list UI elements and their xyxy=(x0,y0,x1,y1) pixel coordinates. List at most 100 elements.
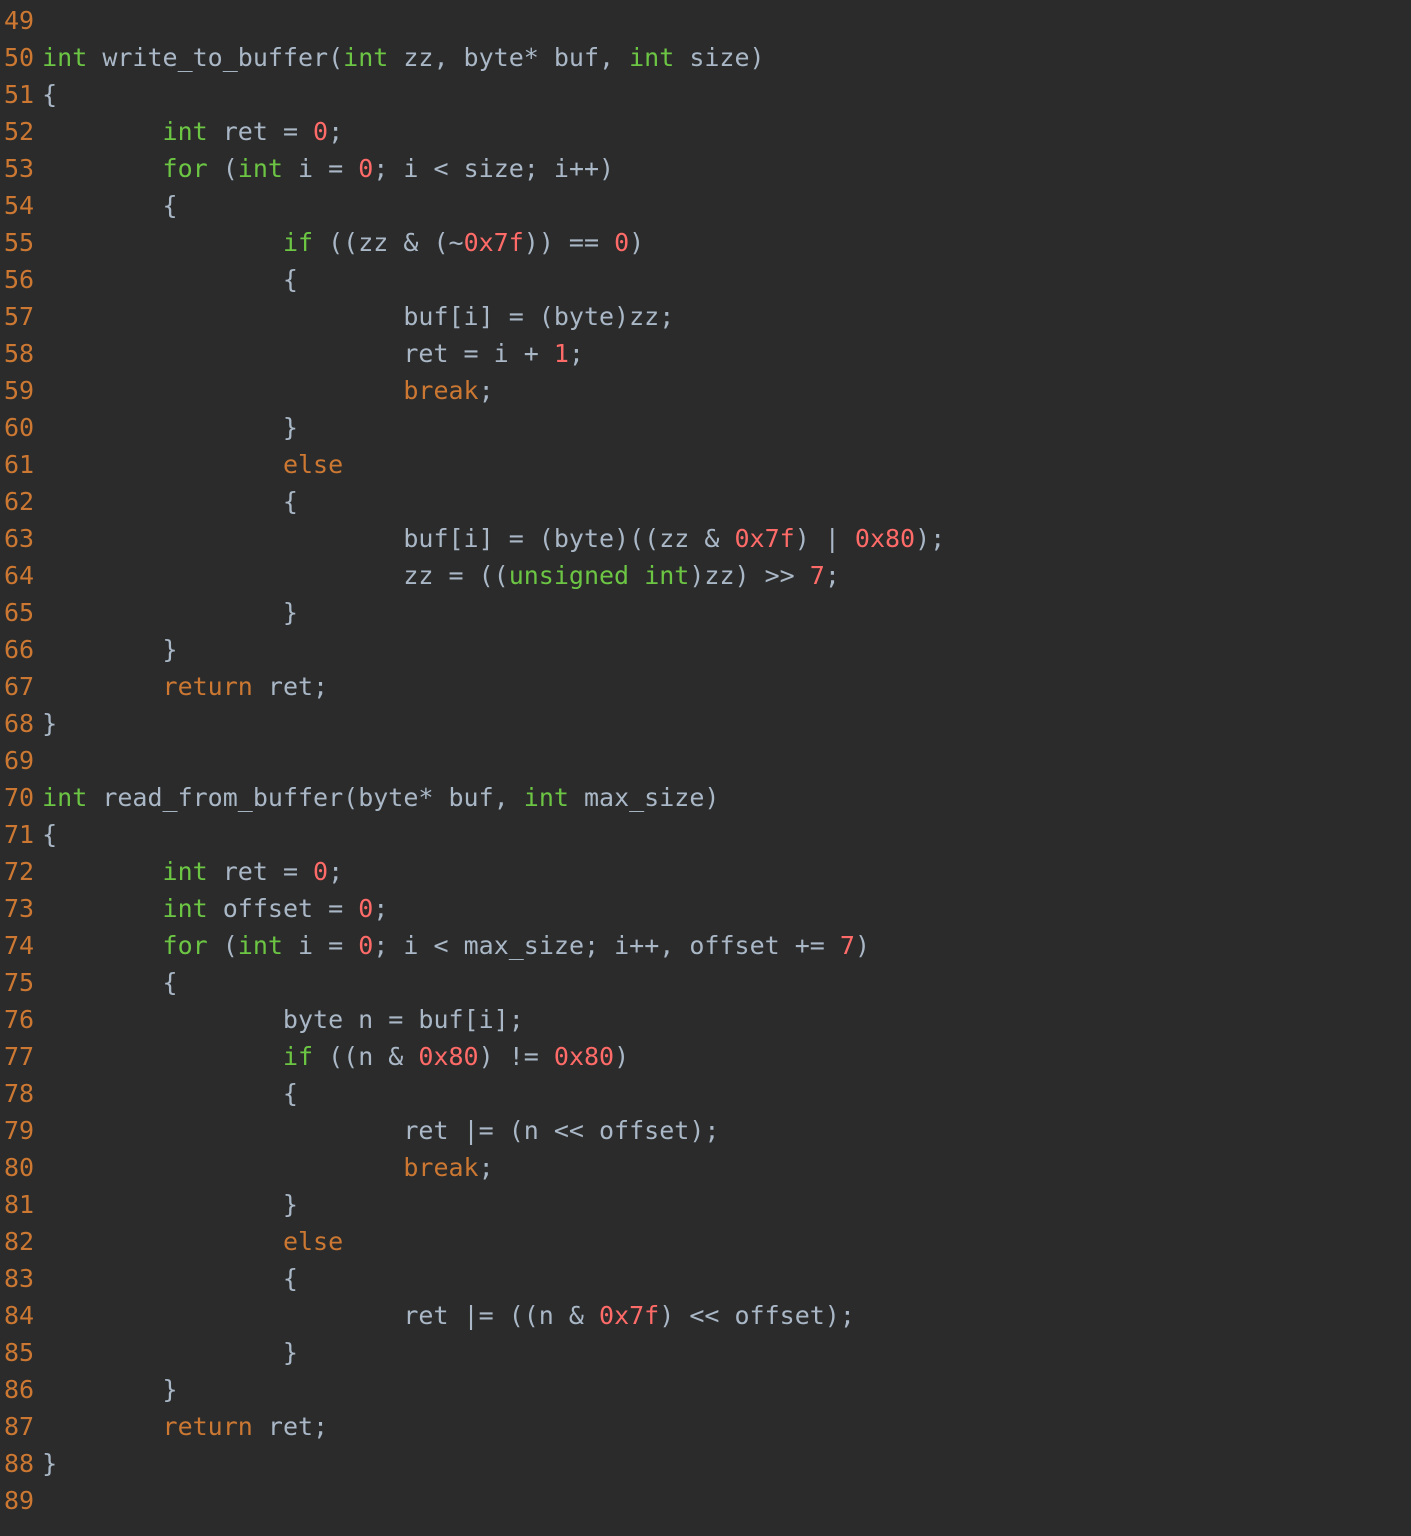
code-token xyxy=(42,1153,403,1182)
code-line[interactable]: int ret = 0; xyxy=(42,853,1411,890)
code-token xyxy=(42,931,162,960)
code-token: } xyxy=(42,1375,177,1404)
code-line[interactable]: for (int i = 0; i < size; i++) xyxy=(42,150,1411,187)
code-token: buf[i] = (byte)((zz & xyxy=(42,524,734,553)
code-line[interactable]: return ret; xyxy=(42,668,1411,705)
code-line[interactable]: int read_from_buffer(byte* buf, int max_… xyxy=(42,779,1411,816)
line-number: 72 xyxy=(4,853,34,890)
code-token: ) xyxy=(855,931,870,960)
code-token: buf[i] = (byte)zz; xyxy=(42,302,674,331)
code-line[interactable]: break; xyxy=(42,1149,1411,1186)
code-token: { xyxy=(42,191,177,220)
code-line[interactable]: } xyxy=(42,1371,1411,1408)
code-token: 0 xyxy=(313,857,328,886)
code-token: 0 xyxy=(358,894,373,923)
code-token: ) << offset); xyxy=(659,1301,855,1330)
code-line[interactable]: { xyxy=(42,261,1411,298)
code-token: ; xyxy=(373,894,388,923)
line-number: 82 xyxy=(4,1223,34,1260)
code-line[interactable]: } xyxy=(42,594,1411,631)
code-token: ; xyxy=(328,857,343,886)
line-number: 52 xyxy=(4,113,34,150)
code-token: } xyxy=(42,635,177,664)
code-token: write_to_buffer( xyxy=(87,43,343,72)
code-token: max_size) xyxy=(569,783,720,812)
code-token: int xyxy=(238,154,283,183)
code-token: int xyxy=(524,783,569,812)
code-line[interactable]: { xyxy=(42,1075,1411,1112)
code-token xyxy=(42,154,162,183)
code-token: for xyxy=(163,154,208,183)
code-token: int xyxy=(163,857,208,886)
code-token: break xyxy=(403,1153,478,1182)
code-token: 0 xyxy=(313,117,328,146)
code-token: )zz) >> xyxy=(689,561,809,590)
line-number: 83 xyxy=(4,1260,34,1297)
code-token: ; xyxy=(569,339,584,368)
line-number: 65 xyxy=(4,594,34,631)
code-line[interactable]: ret |= ((n & 0x7f) << offset); xyxy=(42,1297,1411,1334)
code-line[interactable]: { xyxy=(42,76,1411,113)
line-number: 70 xyxy=(4,779,34,816)
code-editor[interactable]: 4950515253545556575859606162636465666768… xyxy=(0,0,1411,1536)
line-number: 77 xyxy=(4,1038,34,1075)
code-line[interactable]: else xyxy=(42,446,1411,483)
code-line[interactable] xyxy=(42,2,1411,39)
line-number: 50 xyxy=(4,39,34,76)
code-line[interactable]: } xyxy=(42,1334,1411,1371)
code-token: ); xyxy=(915,524,945,553)
code-token: i = xyxy=(283,931,358,960)
line-number: 58 xyxy=(4,335,34,372)
code-line[interactable]: } xyxy=(42,409,1411,446)
code-line[interactable]: } xyxy=(42,705,1411,742)
code-line[interactable]: } xyxy=(42,1445,1411,1482)
code-token: 7 xyxy=(840,931,855,960)
code-line[interactable]: { xyxy=(42,964,1411,1001)
code-line[interactable]: if ((zz & (~0x7f)) == 0) xyxy=(42,224,1411,261)
code-line[interactable]: buf[i] = (byte)((zz & 0x7f) | 0x80); xyxy=(42,520,1411,557)
code-token: int xyxy=(163,894,208,923)
code-line[interactable]: buf[i] = (byte)zz; xyxy=(42,298,1411,335)
code-line[interactable]: int ret = 0; xyxy=(42,113,1411,150)
code-token: } xyxy=(42,598,298,627)
code-token: read_from_buffer(byte* buf, xyxy=(87,783,524,812)
code-token: 0x7f xyxy=(734,524,794,553)
code-token: break xyxy=(403,376,478,405)
line-number: 75 xyxy=(4,964,34,1001)
code-token: ((zz & (~ xyxy=(313,228,464,257)
code-line[interactable] xyxy=(42,742,1411,779)
code-line[interactable]: ret = i + 1; xyxy=(42,335,1411,372)
code-token xyxy=(629,561,644,590)
code-line[interactable]: int write_to_buffer(int zz, byte* buf, i… xyxy=(42,39,1411,76)
line-number: 71 xyxy=(4,816,34,853)
code-token: 0 xyxy=(614,228,629,257)
code-line[interactable]: byte n = buf[i]; xyxy=(42,1001,1411,1038)
code-token: int xyxy=(629,43,674,72)
code-line[interactable]: { xyxy=(42,187,1411,224)
code-line[interactable]: return ret; xyxy=(42,1408,1411,1445)
code-line[interactable]: if ((n & 0x80) != 0x80) xyxy=(42,1038,1411,1075)
code-token xyxy=(42,894,162,923)
code-line[interactable]: int offset = 0; xyxy=(42,890,1411,927)
code-line[interactable]: for (int i = 0; i < max_size; i++, offse… xyxy=(42,927,1411,964)
code-token: else xyxy=(283,1227,343,1256)
code-line[interactable]: else xyxy=(42,1223,1411,1260)
code-line[interactable]: { xyxy=(42,1260,1411,1297)
code-line[interactable]: break; xyxy=(42,372,1411,409)
code-token: if xyxy=(283,228,313,257)
code-area[interactable]: int write_to_buffer(int zz, byte* buf, i… xyxy=(42,2,1411,1532)
code-token: int xyxy=(343,43,388,72)
code-line[interactable]: { xyxy=(42,816,1411,853)
code-line[interactable]: { xyxy=(42,483,1411,520)
line-number: 66 xyxy=(4,631,34,668)
code-token: 0 xyxy=(358,931,373,960)
code-token: ) xyxy=(629,228,644,257)
code-token: ; xyxy=(479,1153,494,1182)
line-number-gutter: 4950515253545556575859606162636465666768… xyxy=(0,2,42,1532)
code-line[interactable]: zz = ((unsigned int)zz) >> 7; xyxy=(42,557,1411,594)
code-line[interactable]: ret |= (n << offset); xyxy=(42,1112,1411,1149)
code-line[interactable]: } xyxy=(42,1186,1411,1223)
code-line[interactable] xyxy=(42,1482,1411,1519)
code-token: int xyxy=(42,43,87,72)
code-line[interactable]: } xyxy=(42,631,1411,668)
